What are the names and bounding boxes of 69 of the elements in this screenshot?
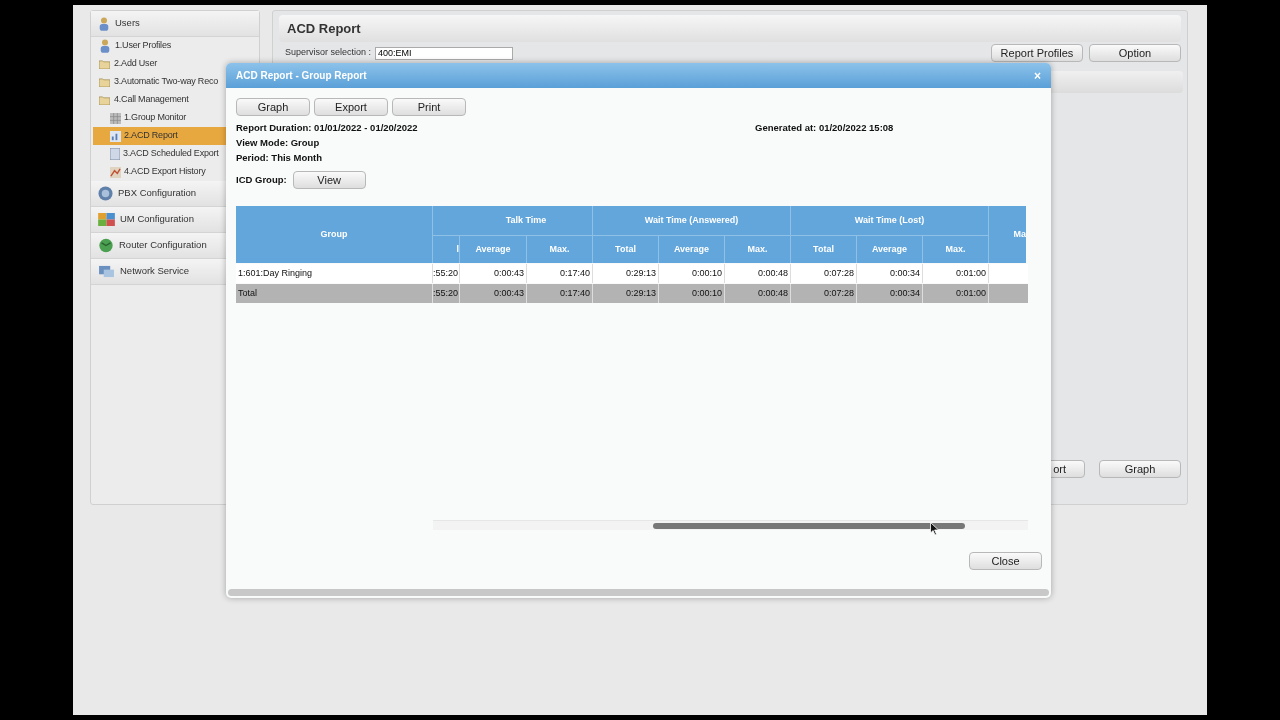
column-header: Max.: [725, 236, 791, 263]
column-header: Average: [659, 236, 725, 263]
folder-icon: [99, 77, 110, 87]
section-label: Router Configuration: [119, 238, 207, 253]
document-icon: [110, 148, 120, 160]
globe-icon: [98, 186, 113, 201]
column-header: l: [433, 236, 460, 263]
generated-at: Generated at: 01/20/2022 15:08: [755, 121, 894, 135]
column-header: Max.: [923, 236, 989, 263]
toolbar-button[interactable]: Export: [314, 98, 388, 116]
table-cell: Total: [236, 284, 433, 303]
table-cell: 0:00:10: [659, 264, 725, 283]
dialog-title: ACD Report - Group Report: [236, 69, 367, 83]
table-cell: 0:17:40: [527, 264, 593, 283]
toolbar-button[interactable]: Print: [392, 98, 466, 116]
table-cell: 0:01:00: [923, 284, 989, 303]
column-header: Total: [593, 236, 659, 263]
table-cell: 0:07:28: [791, 284, 857, 303]
chart-icon: [110, 166, 121, 178]
section-label: Network Service: [120, 264, 190, 279]
page-title: ACD Report: [279, 15, 1181, 42]
folder-icon: [99, 59, 110, 69]
column-header: Ma: [989, 206, 1026, 263]
report-info: Period: This Month: [236, 151, 324, 165]
table-cell: 1:601:Day Ringing: [236, 264, 433, 283]
column-header: Total: [791, 236, 857, 263]
puzzle-icon: [98, 213, 115, 226]
cursor-icon: [930, 522, 939, 536]
table-cell: 0:17:40: [527, 284, 593, 303]
section-label: UM Configuration: [120, 212, 194, 227]
network-icon: [98, 265, 115, 278]
table-cell: 0:00:48: [725, 284, 791, 303]
table-cell: 0:00:34: [857, 284, 923, 303]
table-cell: :55:20: [433, 264, 460, 283]
table-cell: 0:00:10: [659, 284, 725, 303]
supervisor-select[interactable]: 400:EMI: [375, 46, 514, 60]
toolbar-button[interactable]: Option: [1089, 44, 1181, 62]
column-group-header: Wait Time (Answered): [593, 206, 791, 236]
sidebar-section[interactable]: Users: [91, 11, 259, 37]
folder-icon: [99, 95, 110, 105]
user-icon: [98, 16, 110, 31]
table-cell: :55:20: [433, 284, 460, 303]
column-group-header: Wait Time (Lost): [791, 206, 989, 236]
supervisor-label: Supervisor selection :: [285, 46, 372, 60]
grid-icon: [110, 112, 121, 124]
map-icon: [98, 238, 114, 253]
table-cell: 0:00:43: [460, 284, 527, 303]
section-label: PBX Configuration: [118, 186, 197, 201]
toolbar-button[interactable]: Graph: [236, 98, 310, 116]
section-label: Users: [115, 16, 140, 31]
table-cell: 0:00:43: [460, 264, 527, 283]
close-dialog-button[interactable]: Close: [969, 552, 1042, 570]
column-header: Average: [857, 236, 923, 263]
view-button[interactable]: View: [292, 171, 366, 189]
table-cell: 0:00:34: [857, 264, 923, 283]
column-group-header: Talk Time: [433, 206, 593, 236]
table-cell: 0:29:13: [593, 284, 659, 303]
table-cell: 0:00:48: [725, 264, 791, 283]
sidebar-item[interactable]: 1.User Profiles: [91, 37, 259, 55]
column-header: Group: [236, 206, 433, 263]
report-icon: [110, 130, 121, 142]
column-header: Average: [460, 236, 527, 263]
table-cell: 0:29:13: [593, 264, 659, 283]
user-icon: [99, 39, 111, 53]
table-cell: 0:07:28: [791, 264, 857, 283]
toolbar-button[interactable]: Report Profiles: [991, 44, 1083, 62]
action-button[interactable]: Graph: [1099, 460, 1181, 478]
table-cell: 0:01:00: [923, 264, 989, 283]
column-header: Max.: [527, 236, 593, 263]
